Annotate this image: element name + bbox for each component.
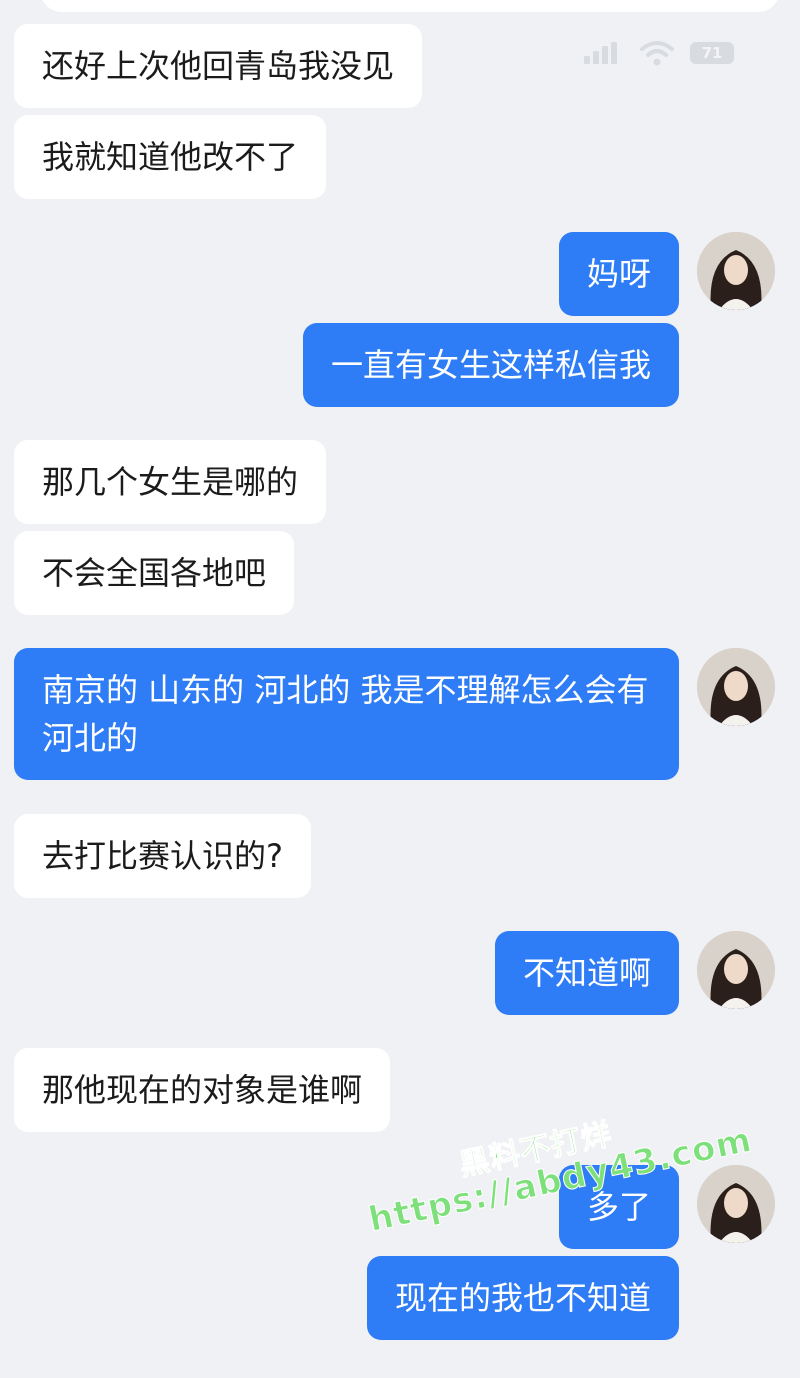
avatar[interactable] xyxy=(697,648,775,726)
message-bubble-outgoing[interactable]: 妈呀 xyxy=(558,232,679,316)
message-bubble-incoming[interactable]: 我就知道他改不了 xyxy=(14,115,327,199)
status-bar: 71 xyxy=(584,38,754,68)
wifi-icon xyxy=(640,41,674,66)
top-panel-edge xyxy=(40,0,780,12)
message-bubble-outgoing[interactable]: 不知道啊 xyxy=(494,931,679,1015)
message-bubble-outgoing[interactable]: 多了 xyxy=(558,1165,679,1249)
message-bubble-incoming[interactable]: 去打比赛认识的? xyxy=(14,814,311,898)
message-bubble-incoming[interactable]: 不会全国各地吧 xyxy=(14,531,295,615)
avatar[interactable] xyxy=(697,1165,775,1243)
message-bubble-incoming[interactable]: 那几个女生是哪的 xyxy=(14,440,327,524)
message-bubble-outgoing[interactable]: 现在的我也不知道 xyxy=(366,1256,679,1340)
avatar[interactable] xyxy=(697,232,775,310)
battery-indicator: 71 xyxy=(690,42,734,64)
message-bubble-outgoing[interactable]: 一直有女生这样私信我 xyxy=(302,323,679,407)
message-bubble-incoming[interactable]: 那他现在的对象是谁啊 xyxy=(14,1048,391,1132)
message-bubble-outgoing[interactable]: 南京的 山东的 河北的 我是不理解怎么会有河北的 xyxy=(14,648,679,780)
avatar[interactable] xyxy=(697,931,775,1009)
signal-icon xyxy=(584,42,618,64)
message-bubble-incoming[interactable]: 还好上次他回青岛我没见 xyxy=(14,24,423,108)
